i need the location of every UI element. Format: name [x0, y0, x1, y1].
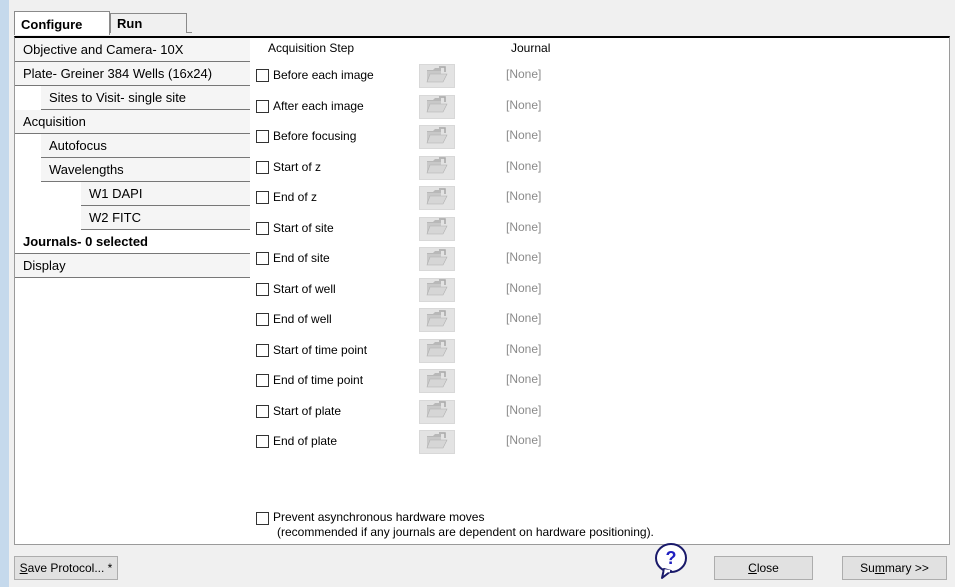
step-label: End of well	[273, 312, 332, 326]
browse-journal-button[interactable]	[419, 247, 455, 271]
tab-run[interactable]: Run	[110, 13, 187, 33]
step-checkbox[interactable]	[256, 99, 269, 113]
step-label: End of time point	[273, 373, 364, 387]
nav-item-display[interactable]: Display	[15, 254, 250, 278]
help-balloon-icon[interactable]: ?	[654, 542, 688, 580]
journal-value: [None]	[506, 280, 542, 295]
journal-value: [None]	[506, 311, 542, 325]
step-label: End of plate	[273, 434, 338, 448]
journal-value: [None]	[506, 158, 542, 173]
nav-item-autofocus[interactable]: Autofocus	[41, 134, 250, 158]
window-edge-strip	[0, 0, 9, 587]
async-label: Prevent asynchronous hardware moves (rec…	[273, 510, 654, 540]
tab-configure[interactable]: Configure	[14, 11, 110, 35]
step-checkbox[interactable]	[256, 343, 269, 357]
folder-open-icon	[426, 126, 448, 148]
folder-open-icon	[426, 309, 448, 331]
browse-journal-button[interactable]	[419, 308, 455, 332]
nav-item-w1-dapi[interactable]: W1 DAPI	[81, 182, 250, 206]
step-label: Start of z	[273, 159, 322, 174]
close-button[interactable]: Close	[714, 556, 813, 580]
browse-journal-button[interactable]	[419, 216, 455, 241]
nav-item-acquisition[interactable]: Acquisition	[15, 110, 250, 134]
folder-open-icon	[426, 65, 448, 87]
step-checkbox[interactable]	[256, 130, 269, 143]
journal-value: [None]	[506, 341, 542, 356]
folder-open-icon	[426, 248, 448, 270]
nav-item-journals[interactable]: Journals- 0 selected	[15, 230, 250, 254]
browse-journal-button[interactable]	[419, 186, 455, 210]
step-label: Before each image	[273, 68, 374, 82]
journal-value: [None]	[506, 128, 542, 142]
browse-journal-button[interactable]	[419, 64, 455, 88]
folder-open-icon	[426, 218, 448, 239]
folder-open-icon	[426, 96, 448, 117]
step-checkbox[interactable]	[256, 160, 269, 174]
browse-journal-button[interactable]	[419, 125, 455, 149]
step-label: Start of time point	[273, 342, 368, 357]
step-checkbox[interactable]	[256, 191, 269, 204]
browse-journal-button[interactable]	[419, 155, 455, 180]
nav-item-plate[interactable]: Plate- Greiner 384 Wells (16x24)	[15, 62, 250, 86]
nav-item-objective-camera[interactable]: Objective and Camera- 10X	[15, 38, 250, 62]
browse-journal-button[interactable]	[419, 369, 455, 393]
configure-panel: Objective and Camera- 10X Plate- Greiner…	[14, 36, 950, 545]
step-checkbox[interactable]	[256, 252, 269, 265]
nav-item-wavelengths[interactable]: Wavelengths	[41, 158, 250, 182]
step-checkbox[interactable]	[256, 404, 269, 418]
journal-value: [None]	[506, 402, 542, 417]
browse-journal-button[interactable]	[419, 399, 455, 424]
journal-value: [None]	[506, 67, 542, 81]
column-header-step: Acquisition Step	[268, 41, 355, 55]
save-protocol-button[interactable]: Save Protocol... *	[14, 556, 118, 580]
step-label: Start of plate	[273, 403, 342, 418]
step-checkbox[interactable]	[256, 435, 269, 448]
journal-value: [None]	[506, 433, 542, 447]
async-checkbox[interactable]	[256, 512, 269, 525]
step-label: End of site	[273, 251, 330, 265]
folder-open-icon	[426, 340, 448, 361]
step-label: End of z	[273, 190, 318, 204]
step-label: Start of site	[273, 220, 334, 235]
svg-text:?: ?	[666, 548, 677, 568]
journal-value: [None]	[506, 219, 542, 234]
folder-open-icon	[426, 187, 448, 209]
journal-value: [None]	[506, 372, 542, 386]
nav-item-sites-to-visit[interactable]: Sites to Visit- single site	[41, 86, 250, 110]
browse-journal-button[interactable]	[419, 94, 455, 119]
journal-value: [None]	[506, 250, 542, 264]
folder-open-icon	[426, 431, 448, 453]
browse-journal-button[interactable]	[419, 338, 455, 363]
folder-open-icon	[426, 370, 448, 392]
async-label-line1: Prevent asynchronous hardware moves	[273, 510, 485, 524]
column-header-journal: Journal	[511, 41, 551, 55]
step-label: Start of well	[273, 281, 336, 296]
browse-journal-button[interactable]	[419, 277, 455, 302]
step-checkbox[interactable]	[256, 374, 269, 387]
step-label: Before focusing	[273, 129, 357, 143]
journal-value: [None]	[506, 189, 542, 203]
folder-open-icon	[426, 279, 448, 300]
journal-value: [None]	[506, 97, 542, 112]
nav-item-w2-fitc[interactable]: W2 FITC	[81, 206, 250, 230]
folder-open-icon	[426, 401, 448, 422]
step-label: After each image	[273, 98, 364, 113]
step-checkbox[interactable]	[256, 221, 269, 235]
summary-button[interactable]: Summary >>	[842, 556, 947, 580]
folder-open-icon	[426, 157, 448, 178]
step-checkbox[interactable]	[256, 313, 269, 326]
tab-strip-line	[187, 32, 192, 33]
async-label-line2: (recommended if any journals are depende…	[277, 525, 654, 539]
step-checkbox[interactable]	[256, 282, 269, 296]
browse-journal-button[interactable]	[419, 430, 455, 454]
step-checkbox[interactable]	[256, 69, 269, 82]
